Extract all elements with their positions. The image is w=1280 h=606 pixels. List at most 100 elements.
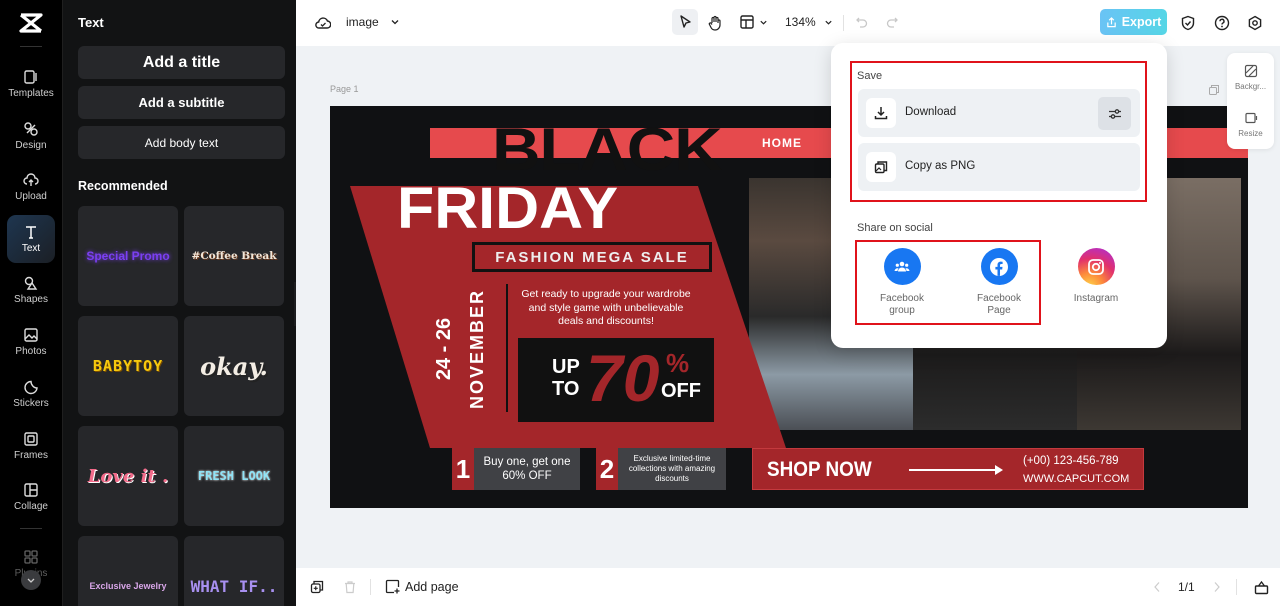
benefit-text: Buy one, get one 60% OFF xyxy=(474,448,580,490)
rail-item-upload[interactable]: Upload xyxy=(7,163,55,211)
layout-button[interactable] xyxy=(739,14,755,30)
delete-page-button[interactable] xyxy=(342,579,358,595)
previous-page-button[interactable] xyxy=(1149,579,1165,595)
trash-icon xyxy=(345,581,355,594)
phone-number: (+00) 123-456-789 xyxy=(1023,455,1119,467)
photos-icon xyxy=(24,328,38,342)
recommended-heading: Recommended xyxy=(78,179,168,193)
share-instagram[interactable]: Instagram xyxy=(1056,248,1136,305)
background-tool[interactable]: Backgr... xyxy=(1227,64,1274,91)
undo-button[interactable] xyxy=(854,14,870,30)
rail-item-design[interactable]: Design xyxy=(7,112,55,160)
add-subtitle-button[interactable]: Add a subtitle xyxy=(78,86,285,119)
security-button[interactable] xyxy=(1179,14,1196,31)
rail-item-frames[interactable]: Frames xyxy=(7,422,55,470)
promo-blurb: Get ready to upgrade your wardrobe and s… xyxy=(521,288,691,327)
pages-tray-icon xyxy=(1254,580,1268,594)
export-button[interactable]: Export xyxy=(1100,9,1167,35)
facebook-page-label: Facebook Page xyxy=(977,293,1021,316)
rail-label: Frames xyxy=(14,450,48,461)
rail-item-photos[interactable]: Photos xyxy=(7,318,55,366)
background-label: Backgr... xyxy=(1234,82,1267,91)
capcut-logo-icon[interactable] xyxy=(18,12,44,34)
page-counter: 1/1 xyxy=(1178,580,1195,594)
arrow-right-icon xyxy=(909,465,1003,475)
rail-divider xyxy=(20,528,42,529)
page-manager-button[interactable] xyxy=(1253,579,1269,595)
background-icon xyxy=(1244,64,1257,78)
download-option[interactable]: Download xyxy=(858,89,1140,137)
cloud-save-button[interactable] xyxy=(314,14,332,32)
text-preset-label: okay. xyxy=(200,351,268,381)
text-preset-tile[interactable]: Exclusive Jewelry xyxy=(78,536,178,606)
text-preset-tile[interactable]: WHAT IF.. xyxy=(184,536,284,606)
text-preset-label: #Coffee Break xyxy=(191,250,277,262)
resize-tool[interactable]: Resize xyxy=(1227,111,1274,138)
undo-icon xyxy=(856,17,868,28)
layout-icon xyxy=(740,15,754,29)
rail-item-collage[interactable]: Collage xyxy=(7,473,55,521)
download-icon xyxy=(874,107,888,120)
help-button[interactable] xyxy=(1213,14,1230,31)
add-page-button[interactable]: Add page xyxy=(385,579,459,594)
share-upload-icon xyxy=(1106,16,1116,27)
rail-item-stickers[interactable]: Stickers xyxy=(7,370,55,418)
chevron-left-icon xyxy=(1154,582,1160,592)
export-label: Export xyxy=(1121,15,1162,29)
side-tools-panel: Backgr... Resize xyxy=(1227,53,1274,149)
design-icon xyxy=(24,122,38,136)
copy-as-png-option[interactable]: Copy as PNG xyxy=(858,143,1140,191)
document-menu-button[interactable] xyxy=(389,15,401,29)
duplicate-page-icon[interactable] xyxy=(1208,84,1220,96)
text-preset-tile[interactable]: okay. xyxy=(184,316,284,416)
rail-more-button[interactable] xyxy=(21,570,41,590)
facebook-group-icon xyxy=(883,248,921,285)
date-month: NOVEMBER xyxy=(467,289,487,410)
text-preset-label: Love it . xyxy=(87,465,169,487)
shop-now-label: SHOP NOW xyxy=(767,458,872,481)
date-range: 24 - 26 xyxy=(433,317,455,381)
text-preset-tile[interactable]: Love it . xyxy=(78,426,178,526)
redo-button[interactable] xyxy=(884,14,900,30)
rail-item-text[interactable]: Text xyxy=(7,215,55,263)
select-tool-button[interactable] xyxy=(672,9,698,35)
copy-image-icon xyxy=(874,161,888,174)
settings-button[interactable] xyxy=(1246,14,1263,31)
next-page-button[interactable] xyxy=(1209,579,1225,595)
export-dropdown: Save Download Copy as PNG Share on socia… xyxy=(831,43,1167,348)
add-body-text-button[interactable]: Add body text xyxy=(78,126,285,159)
add-title-button[interactable]: Add a title xyxy=(78,46,285,79)
share-facebook-page[interactable]: Facebook Page xyxy=(959,248,1039,317)
text-preset-label: Exclusive Jewelry xyxy=(89,581,167,591)
discount-box: UP TO 70 % OFF xyxy=(518,338,714,422)
shapes-icon xyxy=(24,276,38,290)
rail-label: Stickers xyxy=(13,398,49,409)
text-preset-tile[interactable]: BABYTOY xyxy=(78,316,178,416)
layout-dropdown[interactable] xyxy=(758,16,768,28)
text-preset-label: Special Promo xyxy=(86,249,170,263)
text-preset-tile[interactable]: FRESH LOOK xyxy=(184,426,284,526)
rail-item-shapes[interactable]: Shapes xyxy=(7,266,55,314)
share-heading: Share on social xyxy=(857,222,933,234)
tagline-text: FASHION MEGA SALE xyxy=(495,248,689,266)
gear-icon xyxy=(1248,15,1261,30)
text-preset-label: WHAT IF.. xyxy=(190,576,278,596)
off-label: OFF xyxy=(661,380,701,402)
text-panel: Text Add a title Add a subtitle Add body… xyxy=(62,0,296,606)
text-preset-tile[interactable]: Special Promo xyxy=(78,206,178,306)
rail-item-templates[interactable]: Templates xyxy=(7,60,55,108)
download-icon-box xyxy=(866,98,896,128)
text-preset-tile[interactable]: #Coffee Break xyxy=(184,206,284,306)
hand-tool-button[interactable] xyxy=(706,14,724,32)
zoom-dropdown[interactable] xyxy=(823,16,833,28)
up-to-text: UP TO xyxy=(552,356,580,400)
templates-icon xyxy=(24,70,37,84)
divider-line xyxy=(506,284,508,412)
document-name[interactable]: image xyxy=(346,15,379,29)
zoom-level[interactable]: 134% xyxy=(785,15,816,29)
duplicate-page-button[interactable] xyxy=(309,579,325,595)
percent-sign: % xyxy=(666,348,690,378)
download-settings-button[interactable] xyxy=(1098,97,1131,130)
chevron-down-icon xyxy=(759,20,767,25)
share-facebook-group[interactable]: Facebook group xyxy=(862,248,942,317)
